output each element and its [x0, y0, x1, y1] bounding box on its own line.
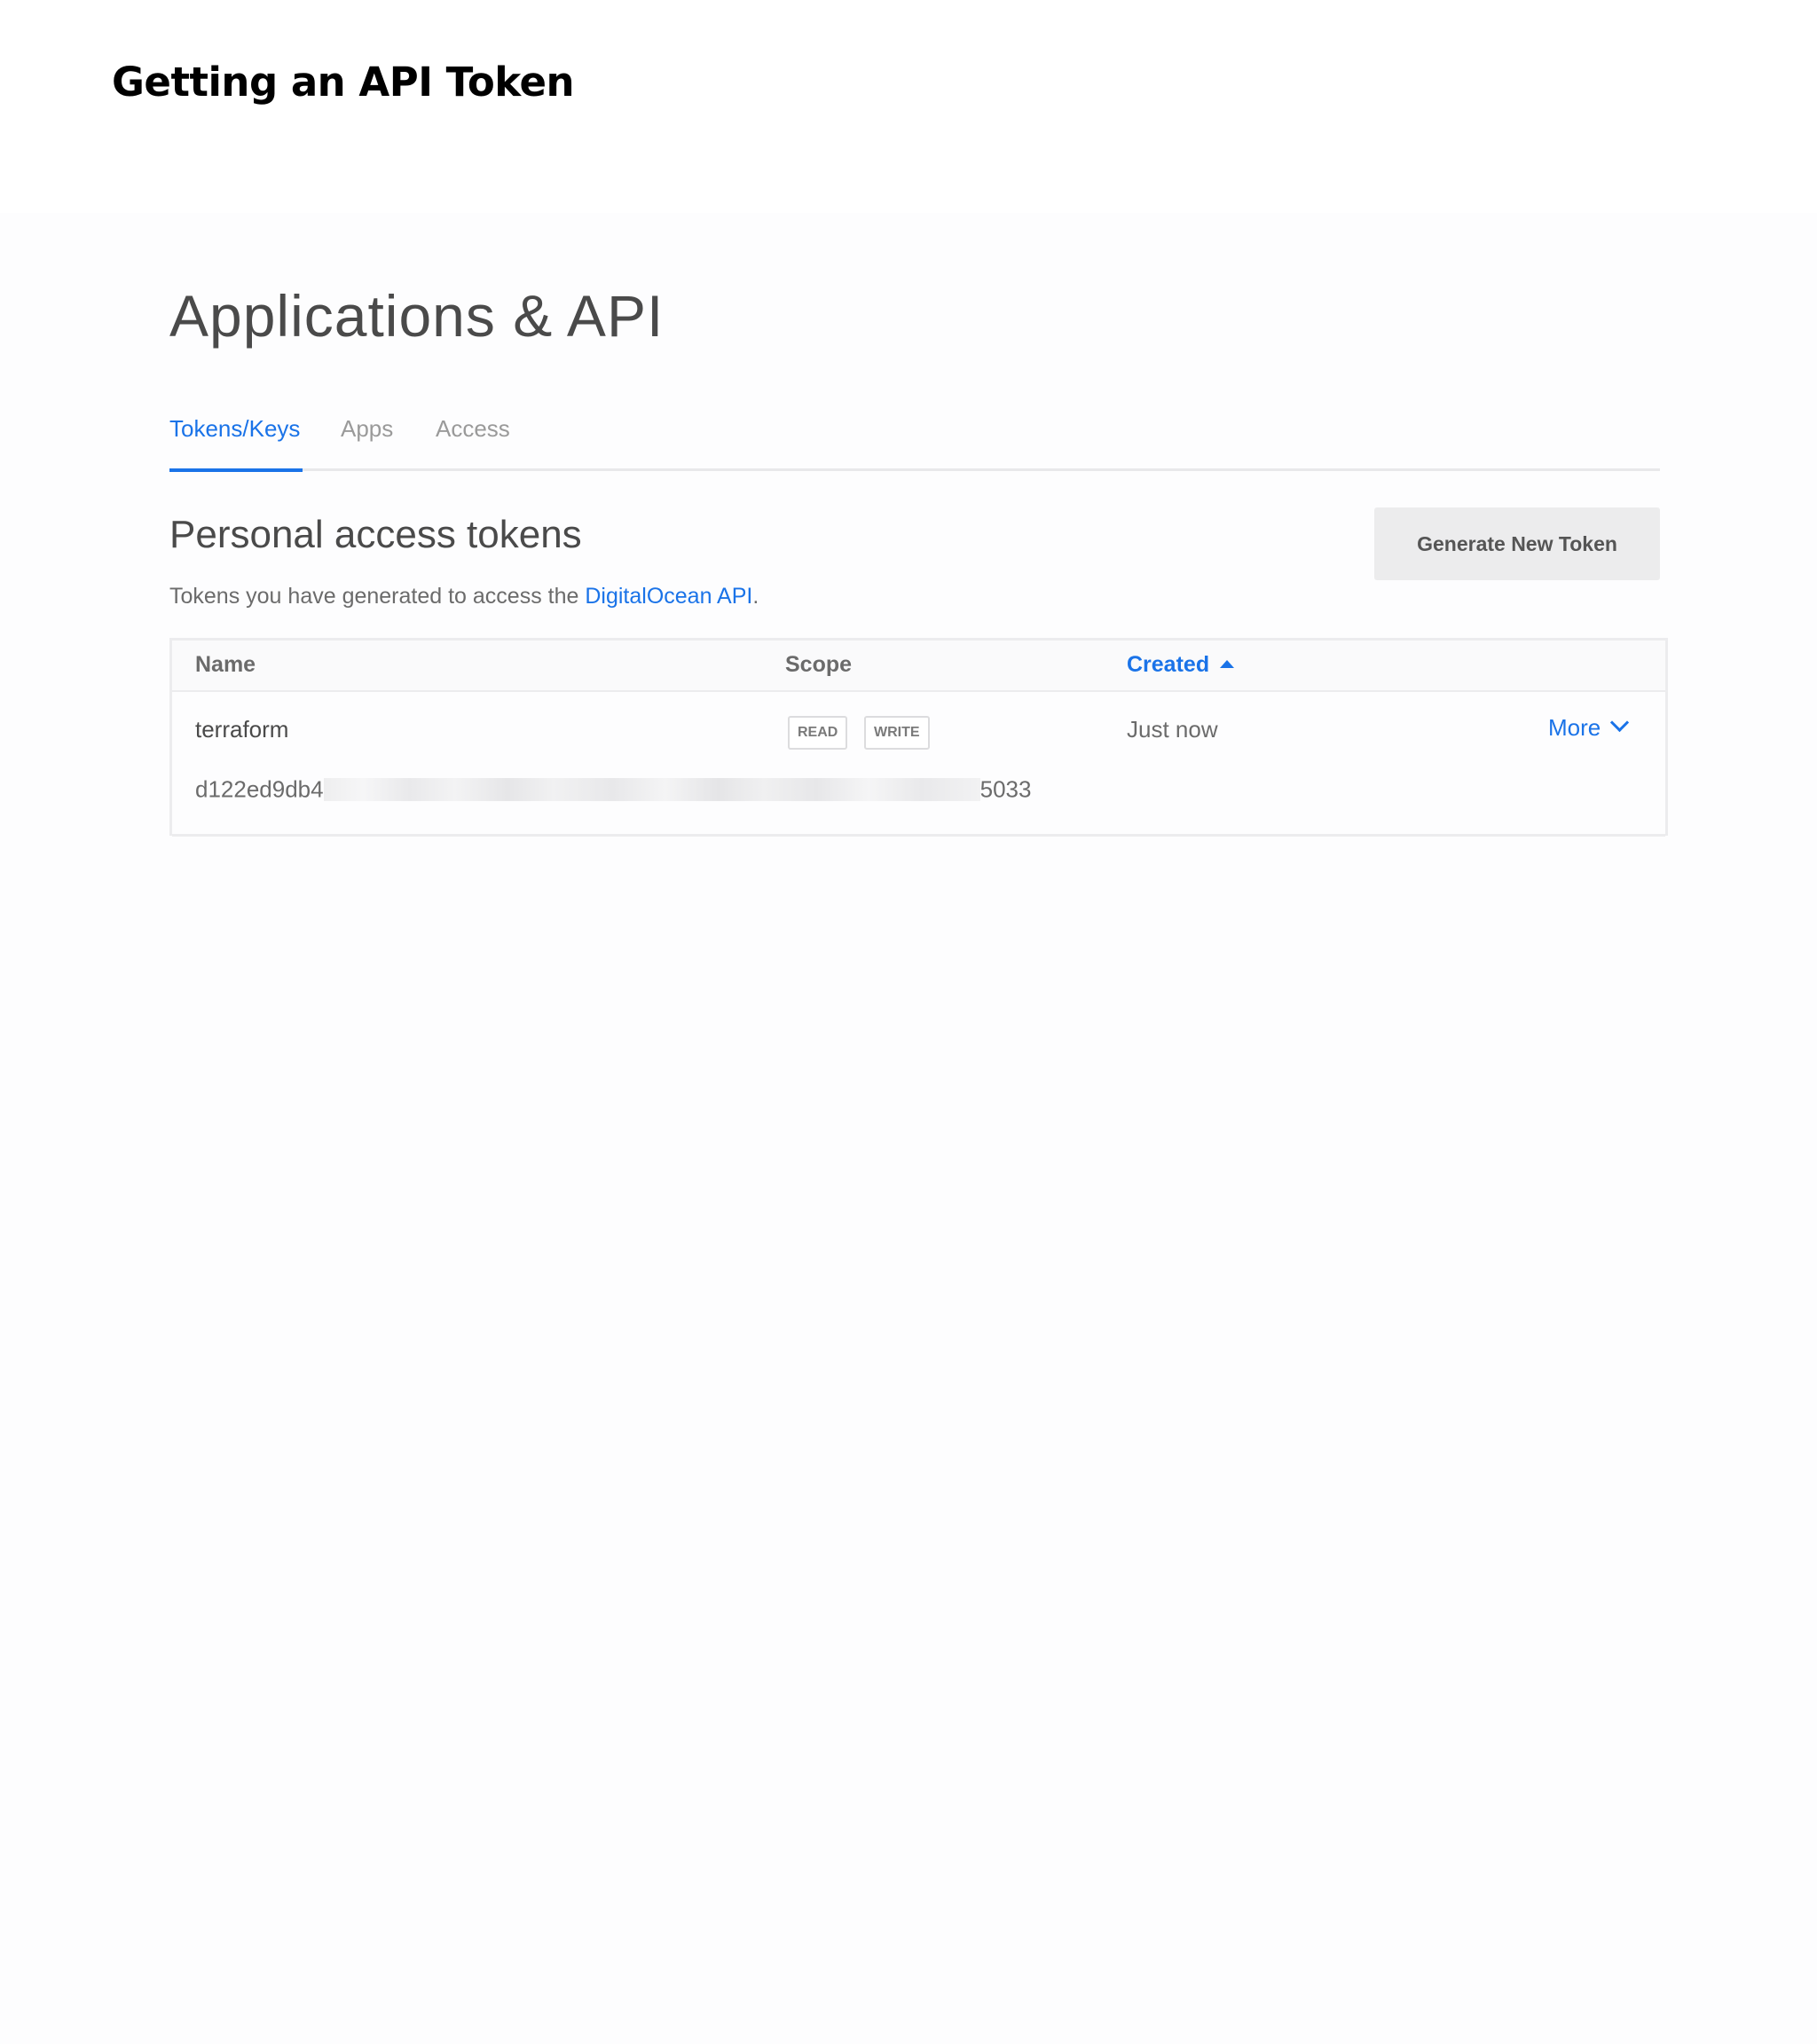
token-value[interactable]: d122ed9db4 5033 [195, 774, 1031, 806]
column-header-scope: Scope [785, 652, 853, 677]
token-value-start: d122ed9db4 [195, 775, 324, 803]
more-label: More [1548, 714, 1601, 741]
tab-access[interactable]: Access [436, 415, 510, 468]
more-dropdown[interactable]: More [1548, 712, 1630, 742]
description-text: Tokens you have generated to access the [169, 584, 586, 609]
slide-title: Getting an API Token [112, 59, 575, 106]
tokens-table: Name Scope Created terraform READ WRITE … [169, 638, 1668, 837]
chevron-down-icon [1610, 712, 1630, 733]
scope-badge-read: READ [788, 716, 848, 750]
column-header-name: Name [195, 652, 256, 677]
page-title: Applications & API [169, 283, 665, 349]
table-row: terraform READ WRITE Just now More d122e… [172, 692, 1665, 837]
section-description: Tokens you have generated to access the … [169, 584, 759, 609]
generate-new-token-button[interactable]: Generate New Token [1374, 507, 1660, 580]
column-header-created[interactable]: Created [1127, 652, 1235, 678]
description-suffix: . [752, 584, 759, 609]
token-value-end: 5033 [979, 775, 1032, 803]
digitalocean-api-link[interactable]: DigitalOcean API [585, 584, 752, 609]
screenshot-panel: Applications & API Tokens/Keys Apps Acce… [0, 213, 1817, 2044]
token-created: Just now [1127, 716, 1218, 743]
table-header: Name Scope Created [172, 641, 1665, 692]
tab-bar: Tokens/Keys Apps Access [169, 415, 1660, 472]
scope-badge-write: WRITE [864, 716, 930, 750]
token-name: terraform [195, 716, 289, 743]
column-header-created-label: Created [1127, 652, 1210, 677]
caret-up-icon [1220, 659, 1235, 668]
tab-tokens-keys[interactable]: Tokens/Keys [169, 415, 303, 472]
section-title: Personal access tokens [169, 513, 582, 556]
tab-apps[interactable]: Apps [341, 415, 393, 468]
token-redaction [323, 778, 980, 802]
